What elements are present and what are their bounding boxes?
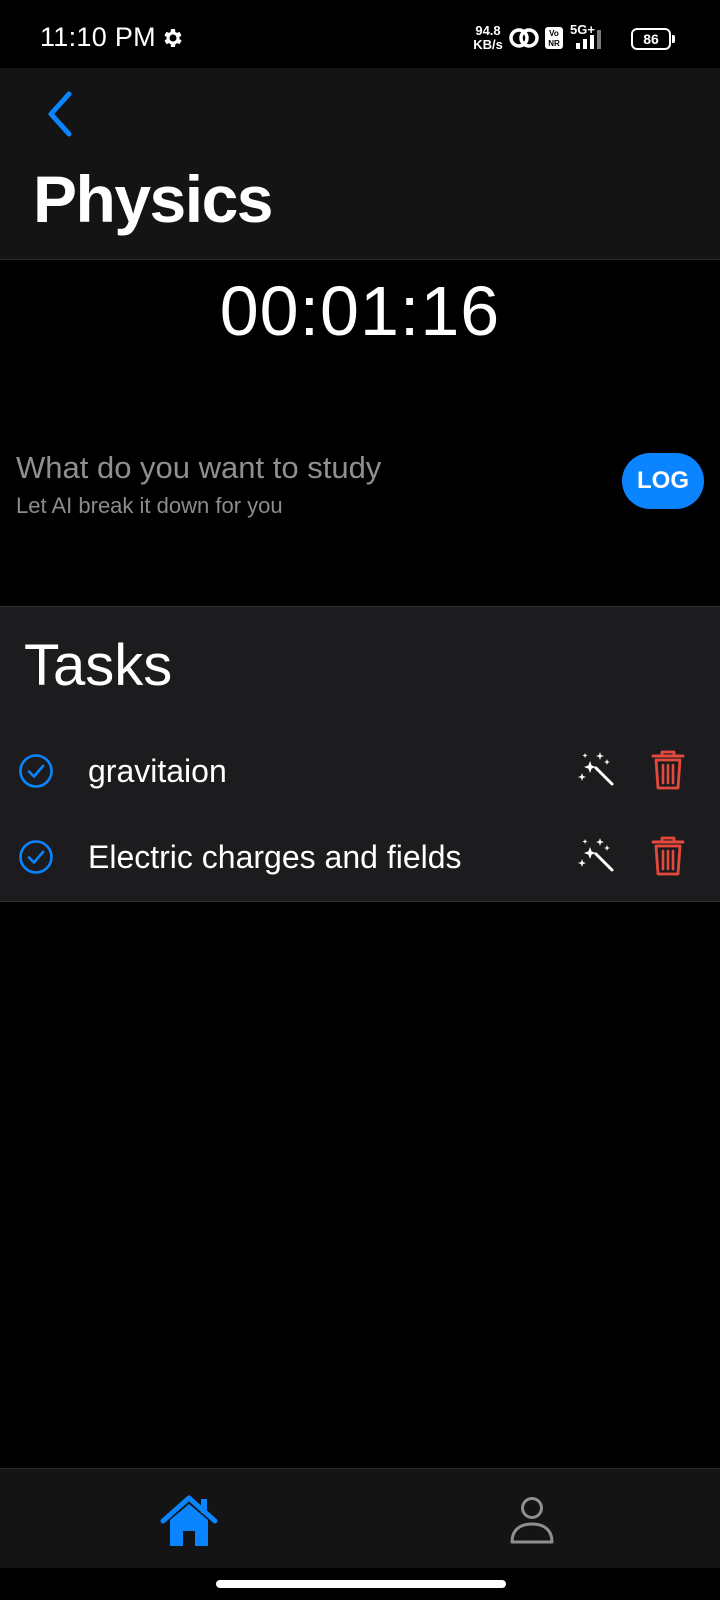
task-label[interactable]: gravitaion xyxy=(88,753,227,789)
network-speed-unit: KB/s xyxy=(473,37,503,52)
study-prompt-input[interactable]: What do you want to study xyxy=(16,450,381,486)
check-circle-icon[interactable] xyxy=(18,839,54,875)
network-speed: 94.8 KB/s xyxy=(471,24,505,52)
gear-icon xyxy=(164,29,182,47)
status-bar: 11:10 PM 94.8 KB/s Vo NR 5G+ 86 xyxy=(0,0,720,68)
chevron-left-icon xyxy=(48,91,72,137)
trash-icon[interactable] xyxy=(650,749,686,791)
task-row: gravitaion xyxy=(0,727,720,813)
status-time: 11:10 PM xyxy=(40,22,156,52)
svg-text:Vo: Vo xyxy=(549,29,559,38)
magic-wand-icon[interactable] xyxy=(576,749,616,789)
task-row: Electric charges and fields xyxy=(0,813,720,899)
bottom-nav xyxy=(0,1468,720,1568)
nav-profile-button[interactable] xyxy=(508,1495,556,1545)
svg-text:NR: NR xyxy=(548,39,560,48)
tasks-heading: Tasks xyxy=(24,633,173,698)
volte-icon: Vo NR xyxy=(545,27,563,49)
trash-icon[interactable] xyxy=(650,835,686,877)
battery-icon: 86 xyxy=(631,28,675,50)
signal-icon xyxy=(576,30,601,49)
network-speed-value: 94.8 xyxy=(475,23,501,38)
study-prompt-subtitle: Let AI break it down for you xyxy=(16,493,283,518)
task-label[interactable]: Electric charges and fields xyxy=(88,839,462,875)
hotspot-icon xyxy=(509,28,539,48)
study-timer: 00:01:16 xyxy=(219,272,501,350)
home-indicator[interactable] xyxy=(216,1580,506,1588)
home-icon xyxy=(160,1495,218,1546)
battery-level: 86 xyxy=(643,31,659,47)
app-header: Physics xyxy=(0,68,720,260)
back-button[interactable] xyxy=(36,88,82,140)
check-circle-icon[interactable] xyxy=(18,753,54,789)
gesture-bar xyxy=(0,1568,720,1600)
log-button[interactable]: LOG xyxy=(622,453,704,509)
person-icon xyxy=(510,1497,554,1544)
magic-wand-icon[interactable] xyxy=(576,835,616,875)
page-title: Physics xyxy=(33,162,274,236)
tasks-panel: Tasks gravitaion Electric charges and fi… xyxy=(0,606,720,902)
nav-home-button[interactable] xyxy=(158,1493,220,1549)
